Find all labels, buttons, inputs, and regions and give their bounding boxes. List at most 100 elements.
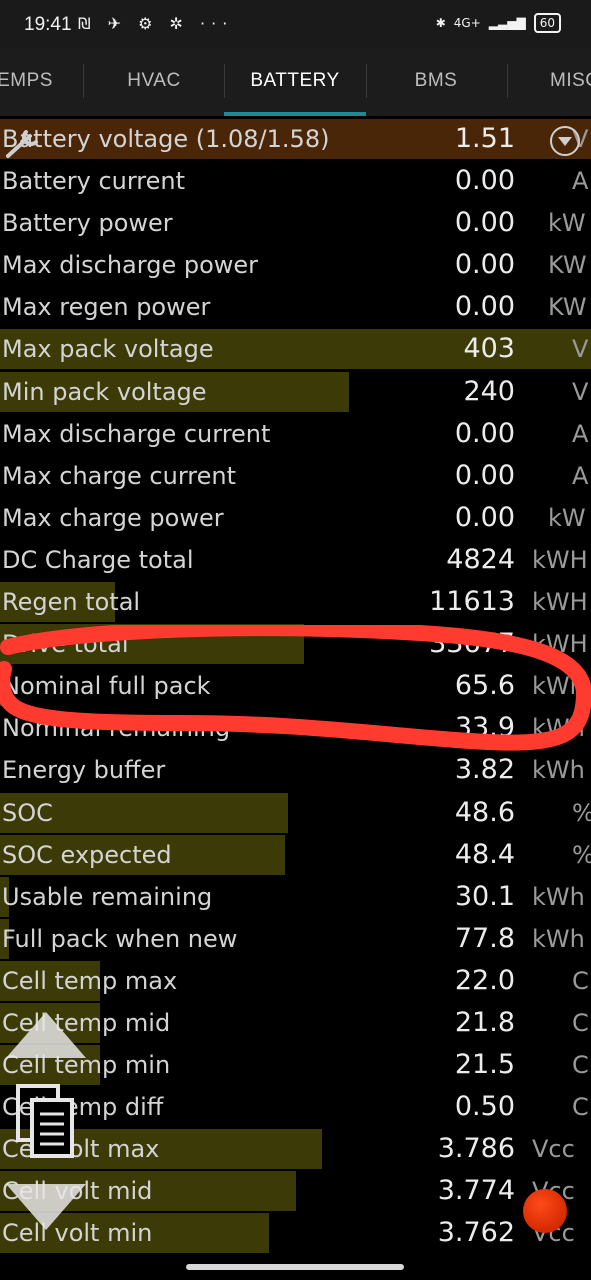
scroll-down-icon[interactable]	[2, 1176, 90, 1234]
row-value: 11613	[429, 586, 515, 618]
data-row[interactable]: SOC expected 48.4%	[0, 834, 591, 876]
wrench-icon[interactable]	[4, 126, 44, 162]
active-tab-indicator	[224, 112, 366, 116]
row-unit: V	[572, 377, 589, 406]
row-value: 0.00	[454, 207, 515, 239]
row-label: Max charge power	[2, 503, 224, 532]
data-row[interactable]: Min pack voltage 240 V	[0, 371, 591, 413]
tab-misc[interactable]: MISC	[550, 48, 591, 116]
row-value: 3.786	[437, 1133, 515, 1165]
row-unit: kWH	[532, 588, 588, 617]
row-label: Battery power	[2, 209, 173, 238]
data-row[interactable]: Max discharge power 0.00 KW	[0, 244, 591, 286]
row-unit: kW	[548, 209, 586, 238]
row-value: 3.762	[437, 1217, 515, 1249]
row-unit: A	[572, 167, 589, 196]
row-value: 77.8	[454, 922, 515, 954]
data-row[interactable]: Usable remaining 30.1 kWh	[0, 876, 591, 918]
data-row[interactable]: DC Charge total 4824 kWH	[0, 539, 591, 581]
data-row[interactable]: Regen total 11613 kWH	[0, 581, 591, 623]
row-unit: V	[572, 335, 589, 364]
data-row[interactable]: Battery voltage (1.08/1.58) 1.51 V	[0, 118, 591, 160]
row-value: 0.50	[454, 1091, 515, 1123]
data-row[interactable]: SOC 48.6%	[0, 792, 591, 834]
signal-icon: ▂▃▅▇	[488, 16, 526, 30]
data-row[interactable]: Max charge power 0.00 kW	[0, 497, 591, 539]
row-unit: KW	[548, 251, 587, 280]
home-indicator[interactable]	[186, 1264, 404, 1270]
data-row[interactable]: Cell temp diff 0.50 C	[0, 1086, 591, 1128]
row-value: 21.5	[454, 1049, 515, 1081]
row-unit: Vcc	[532, 1135, 575, 1164]
row-value: 0.00	[454, 291, 515, 323]
row-label: Cell temp max	[2, 966, 178, 995]
row-value: 30.1	[454, 880, 515, 912]
scroll-up-icon[interactable]	[2, 1008, 90, 1066]
data-row[interactable]: Energy buffer 3.82 kWh	[0, 749, 591, 791]
row-label: Energy buffer	[2, 756, 166, 785]
battery-level: 60	[533, 13, 561, 33]
row-value: 4824	[446, 543, 515, 575]
row-value: 0.00	[454, 417, 515, 449]
data-row[interactable]: Cell temp max 22.0 C	[0, 960, 591, 1002]
data-row[interactable]: Nominal remaining 33.9 kWh	[0, 707, 591, 749]
tab-hvac[interactable]: HVAC	[84, 48, 224, 116]
data-row[interactable]: Max discharge current 0.00 A	[0, 413, 591, 455]
data-row[interactable]: Max charge current 0.00 A	[0, 455, 591, 497]
row-unit: kWh	[532, 672, 585, 701]
row-label: Max discharge current	[2, 419, 271, 448]
dropdown-icon[interactable]	[550, 126, 580, 156]
row-value: 0.00	[454, 249, 515, 281]
bluetooth-icon: ✱	[435, 16, 446, 30]
row-value: 22.0	[454, 964, 515, 996]
row-value: 0.00	[454, 501, 515, 533]
row-value: 48.6	[454, 796, 515, 828]
data-row[interactable]: Full pack when new 77.8 kWh	[0, 918, 591, 960]
tab-bar: EMPS HVAC BATTERY BMS MISC	[0, 48, 591, 116]
row-label: Regen total	[2, 588, 141, 617]
record-button[interactable]	[523, 1189, 567, 1233]
data-row[interactable]: Nominal full pack 65.6 kWh	[0, 665, 591, 707]
row-unit: KW	[548, 293, 587, 322]
row-label: Nominal remaining	[2, 714, 231, 743]
tab-bms[interactable]: BMS	[366, 48, 506, 116]
row-unit: kWh	[532, 882, 585, 911]
row-label: SOC	[2, 798, 53, 827]
row-value: 21.8	[454, 1006, 515, 1038]
row-value: 3.82	[454, 754, 515, 786]
copy-icon[interactable]	[14, 1082, 78, 1162]
data-row[interactable]: Battery power 0.00 kW	[0, 202, 591, 244]
row-unit: A	[572, 419, 589, 448]
row-unit: C	[572, 966, 589, 995]
row-value: 0.00	[454, 165, 515, 197]
row-value: 48.4	[454, 838, 515, 870]
row-label: Full pack when new	[2, 924, 238, 953]
row-unit: %	[572, 792, 591, 834]
row-unit: kWH	[532, 630, 588, 659]
row-label: Drive total	[2, 630, 129, 659]
row-unit: A	[572, 461, 589, 490]
row-value: 403	[463, 333, 515, 365]
row-unit: kWh	[532, 756, 585, 785]
row-label: Max charge current	[2, 461, 237, 490]
row-label: DC Charge total	[2, 545, 194, 574]
data-row[interactable]: Drive total 33677 kWH	[0, 623, 591, 665]
row-label: Battery current	[2, 167, 186, 196]
row-label: Max discharge power	[2, 251, 259, 280]
row-unit: kWH	[532, 545, 588, 574]
row-label: Nominal full pack	[2, 672, 211, 701]
row-unit: kWh	[532, 924, 585, 953]
status-bar: 19:41 ₪ ✈ ⚙ ✲ ··· ✱ 4G+ ▂▃▅▇ 60	[0, 0, 591, 48]
data-row[interactable]: Battery current 0.00 A	[0, 160, 591, 202]
data-row[interactable]: Max pack voltage 403 V	[0, 328, 591, 370]
status-right: ✱ 4G+ ▂▃▅▇ 60	[436, 13, 561, 33]
row-unit: C	[572, 1051, 589, 1080]
data-row[interactable]: Cell volt max 3.786 Vcc	[0, 1128, 591, 1170]
tab-temps[interactable]: EMPS	[0, 48, 80, 116]
data-row[interactable]: Max regen power 0.00 KW	[0, 286, 591, 328]
row-unit: kW	[548, 503, 586, 532]
row-value: 33.9	[454, 712, 515, 744]
row-label: Usable remaining	[2, 882, 213, 911]
notification-icons: ₪ ✈ ⚙ ✲ ···	[78, 14, 234, 33]
tab-battery[interactable]: BATTERY	[224, 48, 366, 116]
